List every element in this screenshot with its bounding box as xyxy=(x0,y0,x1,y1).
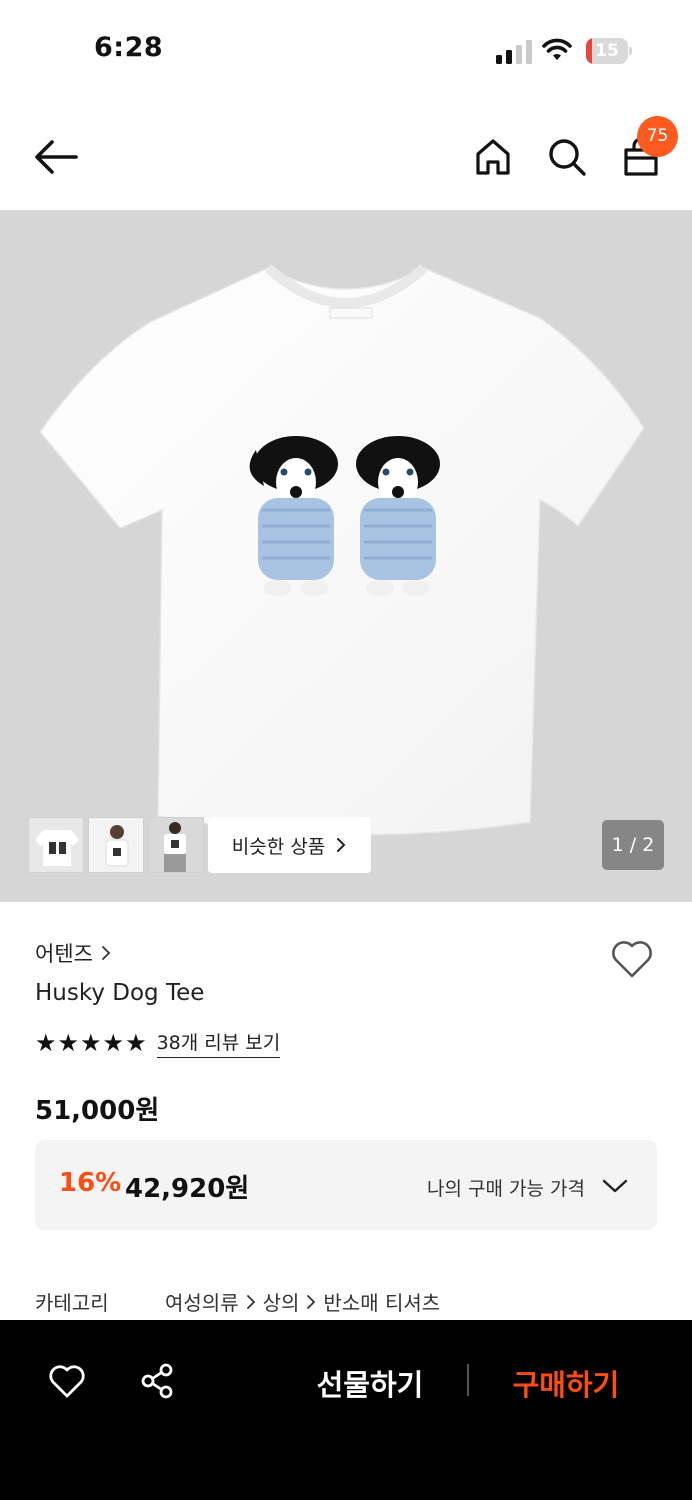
review-link[interactable]: 38개 리뷰 보기 xyxy=(156,1028,281,1058)
my-price-box[interactable]: 16% 42,920원 나의 구매 가능 가격 xyxy=(35,1140,657,1230)
original-price: 51,000원 xyxy=(35,1096,160,1126)
star-icon: ★ xyxy=(80,1029,102,1057)
search-icon[interactable] xyxy=(544,134,590,180)
category-label: 카테고리 xyxy=(35,1291,109,1315)
left-puppy-print xyxy=(249,436,338,596)
thumbnail-strip xyxy=(28,817,204,873)
similar-products-button[interactable]: 비슷한 상품 xyxy=(208,817,371,873)
buy-button[interactable]: 구매하기 xyxy=(496,1362,636,1402)
brand-link[interactable]: 어텐즈 xyxy=(35,938,111,968)
thumbnail-2[interactable] xyxy=(88,817,144,873)
product-image[interactable] xyxy=(0,210,692,902)
category-crumb-3[interactable]: 반소매 티셔츠 xyxy=(323,1287,440,1316)
my-price-label: 나의 구매 가능 가격 xyxy=(427,1178,585,1200)
chevron-right-icon xyxy=(102,946,111,960)
product-name: Husky Dog Tee xyxy=(35,980,205,1006)
divider xyxy=(467,1364,469,1396)
category-crumb-1[interactable]: 여성의류 xyxy=(165,1287,239,1316)
tshirt-illustration xyxy=(39,264,645,836)
brand-name: 어텐즈 xyxy=(35,942,93,966)
gift-button[interactable]: 선물하기 xyxy=(300,1362,440,1402)
star-icon: ★ xyxy=(35,1029,57,1057)
star-icon: ★ xyxy=(102,1029,125,1057)
category-row: 카테고리 여성의류 상의 반소매 티셔츠 xyxy=(35,1287,440,1316)
right-puppy-print xyxy=(356,436,440,596)
like-heart-icon[interactable] xyxy=(608,934,656,982)
status-time: 6:28 xyxy=(94,32,164,63)
bottom-action-bar: 선물하기 구매하기 xyxy=(0,1320,692,1500)
chevron-down-icon xyxy=(602,1179,628,1193)
battery-icon: 15 xyxy=(586,38,632,64)
signal-icon xyxy=(496,40,532,64)
discount-rate: 16% xyxy=(59,1168,122,1198)
status-bar: 6:28 15 xyxy=(0,0,692,100)
category-crumb-2[interactable]: 상의 xyxy=(263,1287,300,1316)
category-breadcrumb: 여성의류 상의 반소매 티셔츠 xyxy=(165,1287,440,1316)
battery-level: 15 xyxy=(595,41,619,61)
chevron-right-icon xyxy=(337,838,346,852)
cart-count-badge: 75 xyxy=(637,116,678,157)
discount-price: 42,920원 xyxy=(125,1174,250,1204)
star-rating: ★ ★ ★ ★ ★ xyxy=(35,1029,147,1057)
thumbnail-3[interactable] xyxy=(148,817,204,873)
chevron-right-icon xyxy=(307,1294,316,1309)
image-page-indicator: 1 / 2 xyxy=(602,820,664,870)
back-arrow-icon[interactable] xyxy=(30,134,82,180)
wifi-icon xyxy=(542,38,572,60)
top-navigation xyxy=(0,100,692,210)
home-icon[interactable] xyxy=(470,134,516,180)
star-icon: ★ xyxy=(125,1029,147,1057)
thumbnail-1[interactable] xyxy=(28,817,84,873)
star-icon: ★ xyxy=(57,1029,80,1057)
similar-products-label: 비슷한 상품 xyxy=(231,835,326,858)
chevron-right-icon xyxy=(246,1294,255,1309)
share-icon[interactable] xyxy=(136,1360,178,1402)
wishlist-heart-icon[interactable] xyxy=(46,1360,88,1402)
rating-row: ★ ★ ★ ★ ★ 38개 리뷰 보기 xyxy=(35,1028,281,1058)
